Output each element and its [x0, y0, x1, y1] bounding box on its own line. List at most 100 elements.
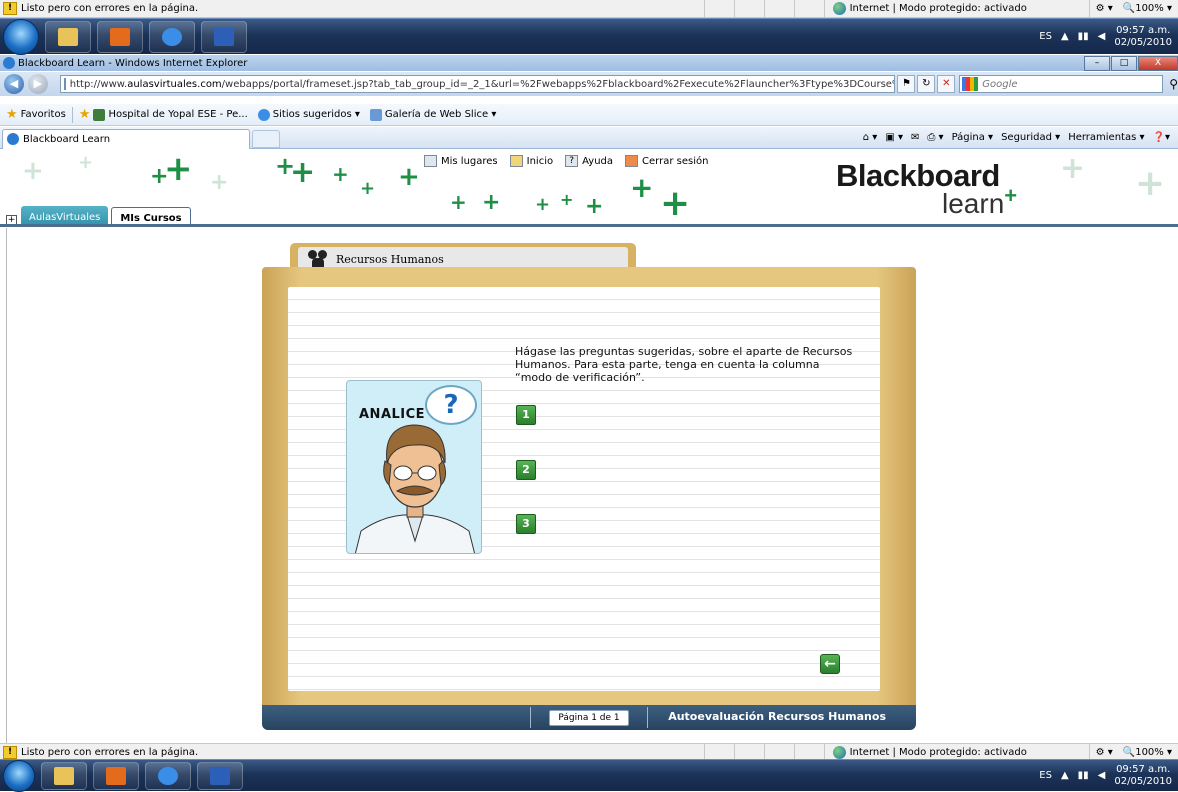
- security-menu[interactable]: Seguridad ▾: [1001, 132, 1060, 143]
- word-icon: [210, 766, 230, 785]
- search-icon[interactable]: ⚲: [1169, 77, 1178, 91]
- protected-mode-icon[interactable]: ⚙ ▾: [1096, 747, 1113, 758]
- forward-button[interactable]: ▶: [27, 74, 48, 94]
- word-taskbar-button[interactable]: [197, 761, 243, 790]
- folder-icon: [54, 766, 74, 785]
- content-footer: Página 1 de 1 Autoevaluación Recursos Hu…: [262, 705, 916, 730]
- help-icon[interactable]: ❓▾: [1153, 132, 1170, 143]
- favorite-item-sitios-sugeridos[interactable]: Sitios sugeridos ▾: [257, 108, 360, 121]
- inicio-link[interactable]: Inicio: [509, 155, 553, 167]
- warning-icon[interactable]: !: [3, 2, 17, 15]
- minimize-button[interactable]: –: [1084, 55, 1110, 71]
- word-taskbar-button[interactable]: [201, 20, 247, 53]
- print-icon[interactable]: ⎙ ▾: [927, 132, 943, 143]
- explorer-taskbar-button[interactable]: [41, 761, 87, 790]
- system-tray: ES ▲ ▮▮ ◀ 09:57 a.m. 02/05/2010: [1039, 25, 1178, 49]
- google-icon: [962, 77, 979, 91]
- section-title: Recursos Humanos: [336, 252, 444, 266]
- thinking-man-drawing: [354, 424, 476, 553]
- favorite-item-web-slice[interactable]: Galería de Web Slice ▾: [369, 108, 496, 121]
- language-indicator[interactable]: ES: [1039, 770, 1052, 781]
- word-icon: [214, 27, 234, 46]
- page-menu[interactable]: Página ▾: [952, 132, 994, 143]
- start-button[interactable]: [3, 18, 39, 55]
- security-zone[interactable]: Internet | Modo protegido: activado: [823, 744, 1089, 760]
- page-icon: [63, 78, 66, 90]
- add-favorite-icon[interactable]: ★: [79, 107, 91, 122]
- taskbar-top: ES ▲ ▮▮ ◀ 09:57 a.m. 02/05/2010: [0, 18, 1178, 55]
- address-bar-row: ◀ ▶ http://www. aulasvirtuales.com/webapp…: [0, 72, 1178, 96]
- refresh-button[interactable]: ↻: [917, 75, 936, 93]
- new-tab-button[interactable]: [252, 130, 280, 148]
- network-icon[interactable]: ▮▮: [1078, 770, 1089, 781]
- favorites-star-icon[interactable]: ★: [6, 107, 18, 122]
- tab-mis-cursos[interactable]: MIs Cursos: [111, 207, 191, 224]
- explorer-taskbar-button[interactable]: [45, 20, 91, 53]
- step-3-button[interactable]: 3: [516, 514, 536, 534]
- internet-explorer-icon: [162, 27, 182, 46]
- zoom-control[interactable]: 🔍100% ▾: [1123, 3, 1172, 14]
- blackboard-tabs: + AulasVirtuales MIs Cursos: [0, 204, 194, 224]
- step-2-button[interactable]: 2: [516, 460, 536, 480]
- show-hidden-icons[interactable]: ▲: [1061, 31, 1069, 42]
- people-icon: [306, 250, 330, 268]
- system-tray: ES ▲ ▮▮ ◀ 09:57 a.m. 02/05/2010: [1039, 764, 1178, 788]
- search-input[interactable]: Google: [959, 75, 1164, 93]
- network-icon[interactable]: ▮▮: [1078, 31, 1089, 42]
- media-player-icon: [106, 766, 126, 785]
- url-input[interactable]: http://www. aulasvirtuales.com/webapps/po…: [59, 75, 896, 93]
- maximize-button[interactable]: □: [1111, 55, 1137, 71]
- home-icon[interactable]: ⌂ ▾: [863, 132, 878, 143]
- start-button[interactable]: [3, 759, 35, 792]
- browser-tab-bar: Blackboard Learn ⌂ ▾ ▣ ▾ ✉ ⎙ ▾ Página ▾ …: [0, 127, 1178, 149]
- stop-button[interactable]: ✕: [937, 75, 956, 93]
- tools-menu[interactable]: Herramientas ▾: [1068, 132, 1144, 143]
- places-icon: [424, 155, 437, 167]
- expand-icon[interactable]: +: [6, 215, 17, 224]
- clock[interactable]: 09:57 a.m. 02/05/2010: [1114, 764, 1172, 788]
- step-1-button[interactable]: 1: [516, 405, 536, 425]
- instructions-text: Hágase las preguntas sugeridas, sobre el…: [515, 345, 853, 384]
- security-zone[interactable]: Internet | Modo protegido: activado: [823, 0, 1089, 17]
- favorites-bar: ★ Favoritos ★ Hospital de Yopal ESE - Pe…: [0, 104, 1178, 126]
- media-taskbar-button[interactable]: [97, 20, 143, 53]
- feeds-icon[interactable]: ▣ ▾: [885, 132, 903, 143]
- ie-taskbar-button[interactable]: [149, 20, 195, 53]
- mis-lugares-link[interactable]: Mis lugares: [424, 155, 498, 167]
- protected-mode-icon[interactable]: ⚙ ▾: [1096, 3, 1113, 14]
- tab-aulas-virtuales[interactable]: AulasVirtuales: [21, 206, 109, 224]
- show-hidden-icons[interactable]: ▲: [1061, 770, 1069, 781]
- globe-icon: [832, 745, 846, 759]
- help-icon: ?: [565, 155, 579, 167]
- back-arrow-button[interactable]: ←: [820, 654, 840, 674]
- cerrar-sesion-link[interactable]: Cerrar sesión: [625, 155, 708, 167]
- favorite-item-hospital[interactable]: Hospital de Yopal ESE - Pe...: [93, 108, 248, 121]
- back-button[interactable]: ◀: [4, 74, 24, 94]
- language-indicator[interactable]: ES: [1039, 31, 1052, 42]
- warning-icon[interactable]: !: [3, 745, 17, 759]
- top-status-bar: ! Listo pero con errores en la página. I…: [0, 0, 1178, 18]
- mail-icon[interactable]: ✉: [911, 132, 919, 143]
- ie-tab-icon: [7, 133, 19, 145]
- zoom-control[interactable]: 🔍100% ▾: [1123, 747, 1172, 758]
- ayuda-link[interactable]: ? Ayuda: [565, 155, 613, 167]
- volume-icon[interactable]: ◀: [1098, 770, 1106, 781]
- left-divider: [6, 228, 7, 743]
- tab-blackboard-learn[interactable]: Blackboard Learn: [2, 128, 250, 149]
- media-taskbar-button[interactable]: [93, 761, 139, 790]
- favorites-button[interactable]: Favoritos: [21, 109, 66, 120]
- analice-illustration: ANALICE ?: [346, 380, 482, 554]
- internet-explorer-icon: [158, 766, 178, 785]
- taskbar-bottom: ES ▲ ▮▮ ◀ 09:57 a.m. 02/05/2010: [0, 759, 1178, 792]
- folder-icon: [58, 27, 78, 46]
- pagination: Página 1 de 1: [530, 707, 648, 728]
- window-title-bar: Blackboard Learn - Windows Internet Expl…: [0, 55, 1178, 71]
- window-title: Blackboard Learn - Windows Internet Expl…: [18, 57, 248, 69]
- ie-taskbar-button[interactable]: [145, 761, 191, 790]
- ie-logo-icon: [3, 57, 15, 69]
- compatibility-view-button[interactable]: ⚑: [897, 75, 916, 93]
- close-button[interactable]: X: [1138, 55, 1178, 71]
- volume-icon[interactable]: ◀: [1098, 31, 1106, 42]
- clock[interactable]: 09:57 a.m. 02/05/2010: [1114, 25, 1172, 49]
- blackboard-logo: Blackboard learn+: [836, 158, 1018, 219]
